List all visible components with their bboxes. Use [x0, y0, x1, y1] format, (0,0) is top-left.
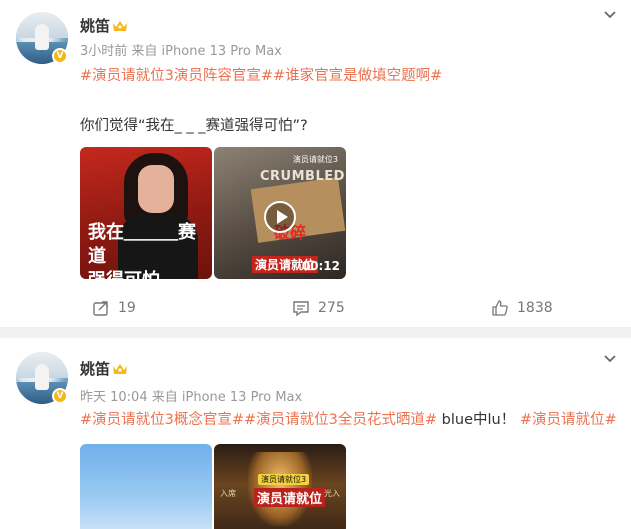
- crown-icon: [113, 364, 127, 374]
- author-name[interactable]: 姚笛: [80, 358, 110, 379]
- post-tags: #演员请就位3演员阵容官宣##谁家官宣是做填空题啊#: [80, 66, 442, 86]
- chevron-down-icon[interactable]: [603, 354, 617, 364]
- crown-icon: [113, 21, 127, 31]
- post-image[interactable]: 演员请就位3 演员请就位 入席 光入: [214, 444, 346, 529]
- image-caption: 我在＿＿＿赛道 强得可怕。: [88, 222, 196, 279]
- comment-count: 275: [318, 300, 345, 316]
- hashtag-link[interactable]: #演员请就位#: [520, 412, 617, 428]
- post-meta: 3小时前 来自 iPhone 13 Pro Max: [80, 40, 282, 59]
- video-text: CRUMBLED: [260, 169, 345, 184]
- post-image[interactable]: [80, 444, 212, 529]
- post-time: 昨天 10:04: [80, 390, 148, 405]
- chevron-down-icon[interactable]: [603, 10, 617, 20]
- post-time: 3小时前: [80, 44, 128, 59]
- verified-badge: V: [52, 48, 68, 64]
- video-duration: 00:12: [301, 259, 340, 273]
- post-image[interactable]: 我在＿＿＿赛道 强得可怕。: [80, 147, 212, 279]
- image-badge: 演员请就位3: [258, 474, 310, 485]
- image-side-text: 光入: [324, 489, 340, 498]
- like-icon: [492, 300, 508, 316]
- post-source: 来自 iPhone 13 Pro Max: [151, 390, 303, 405]
- image-title: 演员请就位: [254, 488, 326, 507]
- like-count: 1838: [517, 300, 553, 316]
- verified-badge: V: [52, 388, 68, 404]
- hashtag-link[interactable]: #演员请就位3概念官宣#: [80, 412, 244, 428]
- repost-icon: [93, 301, 108, 316]
- post-body: 你们觉得“我在_ _ _赛道强得可怕”?: [80, 118, 308, 134]
- image-side-text: 入席: [220, 489, 236, 498]
- repost-button[interactable]: 19: [92, 298, 136, 318]
- weibo-post: V 姚笛 3小时前 来自 iPhone 13 Pro Max #演员请就位3演员…: [0, 0, 631, 327]
- comment-icon: [293, 301, 309, 317]
- like-button[interactable]: 1838: [491, 298, 553, 318]
- play-icon[interactable]: [264, 201, 296, 233]
- post-video[interactable]: CRUMBLED 破碎 演员请就位3 演员请就位 00:12: [214, 147, 346, 279]
- post-source: 来自 iPhone 13 Pro Max: [131, 44, 282, 59]
- repost-count: 19: [118, 300, 136, 316]
- author-name[interactable]: 姚笛: [80, 15, 110, 36]
- hashtag-link[interactable]: #演员请就位3全员花式晒道#: [244, 412, 437, 428]
- video-logo-small: 演员请就位3: [292, 155, 338, 164]
- hashtag-link[interactable]: #演员请就位3演员阵容官宣#: [80, 68, 273, 84]
- comment-button[interactable]: 275: [292, 298, 345, 318]
- post-text: blue中lu！: [437, 412, 520, 428]
- post-body: #演员请就位3概念官宣##演员请就位3全员花式晒道# blue中lu！ #演员请…: [80, 410, 617, 430]
- post-meta: 昨天 10:04 来自 iPhone 13 Pro Max: [80, 386, 302, 405]
- hashtag-link[interactable]: #谁家官宣是做填空题啊#: [273, 68, 442, 84]
